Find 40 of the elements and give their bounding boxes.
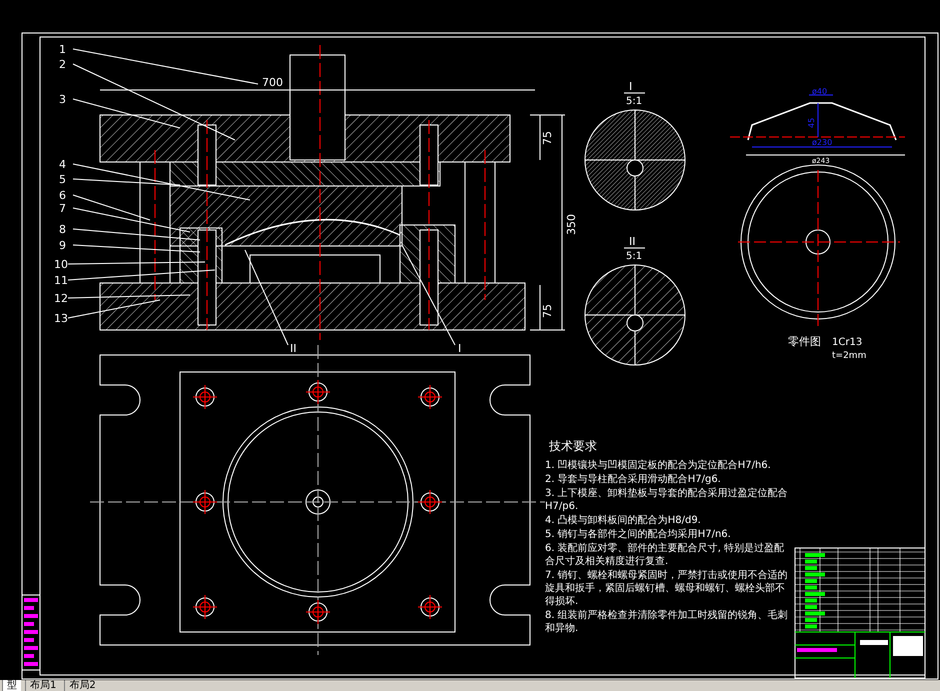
part-number-label: 10 (54, 258, 68, 271)
part-number-label: 4 (59, 158, 66, 171)
detail-scale: 5:1 (626, 251, 642, 262)
part-number-label: 6 (59, 189, 66, 202)
dimension-text: 700 (262, 76, 283, 89)
requirement-item: 2. 导套与导柱配合采用滑动配合H7/g6. (545, 473, 722, 486)
dimension-text: 350 (565, 214, 578, 235)
requirement-item: 3. 上下模座、卸料垫板与导套的配合采用过盈定位配合H7/p6. (545, 487, 789, 513)
requirement-item: 6. 装配前应对零、部件的主要配合尺寸, 特别是过盈配合尺寸及相关精度进行复查. (545, 542, 786, 568)
part-number-label: 13 (54, 312, 68, 325)
part-number-label: 5 (59, 173, 66, 186)
detail-mark: I (629, 80, 632, 93)
layout-tab[interactable]: 型 (2, 680, 21, 691)
requirement-item: 7. 销钉、螺栓和螺母紧固时，严禁打击或使用不合适的旋具和扳手，紧固后螺钉槽、螺母和螺钉、螺栓头部不得损坏. (545, 569, 789, 608)
thickness-text: t=2mm (832, 351, 866, 361)
part-number-label: 11 (54, 274, 68, 287)
part-number-label: 2 (59, 58, 66, 71)
part-number-label: 7 (59, 202, 66, 215)
detail-scale: 5:1 (626, 96, 642, 107)
dimension-text: ø40 (812, 87, 828, 96)
section-mark: I (458, 342, 462, 355)
part-number-label: 1 (59, 43, 66, 56)
requirement-item: 8. 组装前严格检查并清除零件加工时残留的锐角、毛刺和异物. (545, 609, 789, 635)
dimension-text: 45 (807, 118, 816, 128)
requirement-item: 5. 销钉与各部件之间的配合均采用H7/n6. (545, 528, 732, 541)
divider-line (624, 92, 646, 94)
requirement-item: 1. 凹模镶块与凹模固定板的配合为定位配合H7/h6. (545, 459, 772, 472)
part-number-label: 8 (59, 223, 66, 236)
detail-mark: II (629, 235, 636, 248)
requirement-item: 4. 凸模与卸料板间的配合为H8/d9. (545, 514, 702, 527)
part-number-label: 12 (54, 292, 68, 305)
dimension-text: ø230 (812, 138, 832, 147)
dimension-text: 75 (541, 131, 554, 145)
section-mark: II (290, 342, 296, 355)
dimension-text: 75 (541, 304, 554, 318)
material-text: 1Cr13 (832, 337, 862, 348)
requirements-title: 技术要求 (549, 438, 598, 455)
part-drawing-title: 零件图 (788, 335, 821, 348)
part-number-label: 3 (59, 93, 66, 106)
part-number-label: 9 (59, 239, 66, 252)
